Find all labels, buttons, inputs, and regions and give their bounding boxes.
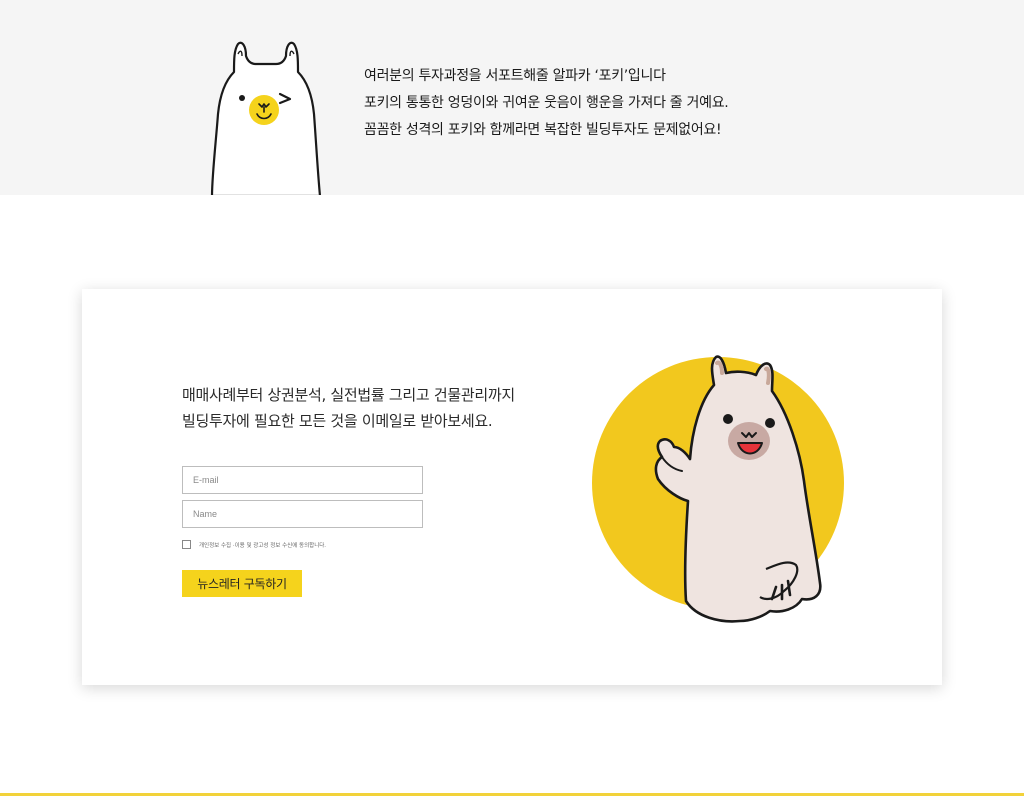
intro-banner: 여러분의 투자과정을 서포트해줄 알파카 ‘포키’입니다 포키의 통통한 엉덩이… xyxy=(0,0,1024,195)
headline-line-2: 빌딩투자에 필요한 모든 것을 이메일로 받아보세요. xyxy=(182,412,493,430)
consent-label: 개인정보 수집 ·이용 및 광고성 정보 수신에 동의합니다. xyxy=(199,542,327,549)
newsletter-signup-card: 매매사례부터 상권분석, 실전법률 그리고 건물관리까지 빌딩투자에 필요한 모… xyxy=(82,289,942,685)
consent-checkbox[interactable] xyxy=(182,540,191,549)
consent-row[interactable]: 개인정보 수집 ·이용 및 광고성 정보 수신에 동의합니다. xyxy=(182,540,326,549)
name-input[interactable] xyxy=(182,500,423,528)
alpaca-wave-icon xyxy=(592,355,844,623)
alpaca-peek-icon xyxy=(210,41,322,195)
newsletter-headline: 매매사례부터 상권분석, 실전법률 그리고 건물관리까지 빌딩투자에 필요한 모… xyxy=(182,382,602,434)
intro-line-3: 꼼꼼한 성격의 포키와 함께라면 복잡한 빌딩투자도 문제없어요! xyxy=(364,122,722,138)
email-input[interactable] xyxy=(182,466,423,494)
headline-line-1: 매매사례부터 상권분석, 실전법률 그리고 건물관리까지 xyxy=(182,386,515,404)
intro-text: 여러분의 투자과정을 서포트해줄 알파카 ‘포키’입니다 포키의 통통한 엉덩이… xyxy=(364,63,924,144)
intro-line-2: 포키의 통통한 엉덩이와 귀여운 웃음이 행운을 가져다 줄 거예요. xyxy=(364,95,729,111)
intro-line-1: 여러분의 투자과정을 서포트해줄 알파카 ‘포키’입니다 xyxy=(364,68,666,84)
subscribe-button[interactable]: 뉴스레터 구독하기 xyxy=(182,570,302,597)
